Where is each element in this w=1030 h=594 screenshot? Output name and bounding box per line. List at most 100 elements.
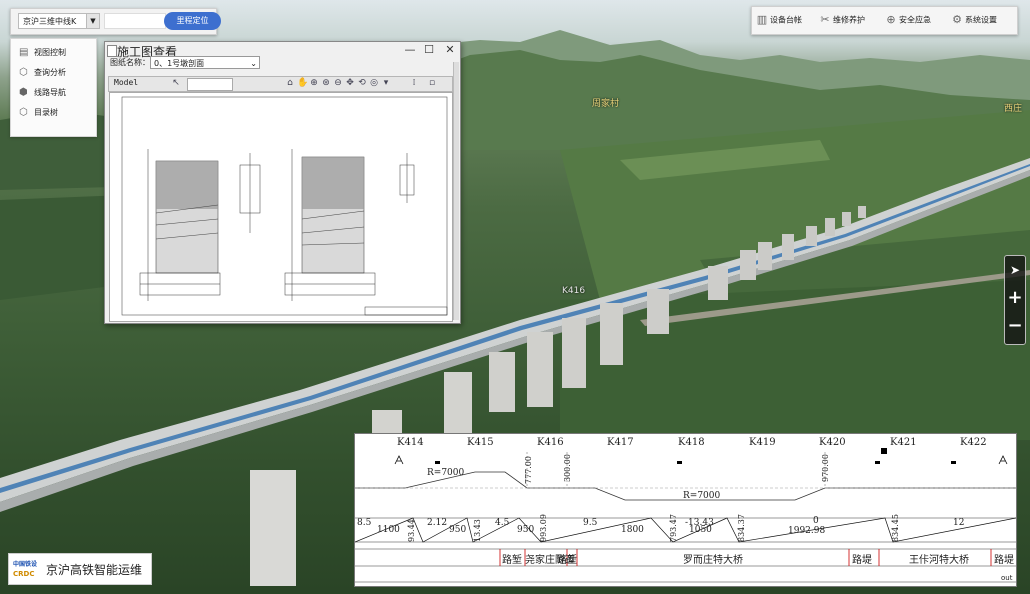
grade-value: 8.5 <box>357 518 372 528</box>
km-label: K418 <box>678 437 705 448</box>
km-label: K422 <box>960 437 987 448</box>
maximize-button[interactable]: ☐ <box>422 42 436 58</box>
locate-button[interactable]: 里程定位 <box>164 12 221 30</box>
menu-item-label: 线路导航 <box>34 88 66 97</box>
model-tab[interactable]: Model <box>114 78 138 87</box>
zoom-out-button[interactable]: − <box>1005 314 1025 338</box>
pan-icon[interactable]: ✋ <box>297 78 308 89</box>
logo-org-en: CRDC <box>13 570 35 578</box>
document-icon <box>107 45 117 57</box>
toolbar-label: 系统设置 <box>965 15 997 25</box>
toolbar-safety-emergency[interactable]: ⊕ 安全应急 <box>885 13 931 27</box>
km-label: K420 <box>819 437 846 448</box>
layers-icon: ▤ <box>19 47 29 58</box>
move-icon[interactable]: ✥ <box>345 78 355 89</box>
shield-icon: ⊕ <box>886 13 896 26</box>
layer-select[interactable] <box>187 78 233 91</box>
breakpoint-label: 834.45 <box>891 514 900 542</box>
grade-length: 950 <box>449 525 467 535</box>
mileage-search-bar: 京沪三维中线K ▼ 里程定位 <box>10 8 221 35</box>
breakpoint-label: 793.47 <box>669 514 678 542</box>
line-select-value: 京沪三维中线K <box>23 17 77 26</box>
map-controls: ➤ + − <box>1004 255 1026 345</box>
sheet-name-label: 图纸名称： <box>110 58 150 67</box>
km-label: K421 <box>890 437 917 448</box>
breakpoint-label: 834.37 <box>737 514 746 542</box>
compass-icon[interactable]: ➤ <box>1005 258 1025 282</box>
grade-length: 950 <box>517 525 535 535</box>
ledger-icon: ▥ <box>756 13 768 26</box>
drawing-viewer-window: 施工图查看 — ☐ ✕ 图纸名称： 0、1号墩剖面 ⌄ Model ↖ ⌂ ✋ … <box>104 41 461 324</box>
structure-label: 王佧河特大桥 <box>909 555 969 566</box>
vertical-scrollbar[interactable] <box>453 62 459 320</box>
sheet-select[interactable]: 0、1号墩剖面 ⌄ <box>150 56 260 69</box>
structure-label: 罗而庄特大桥 <box>683 555 743 566</box>
line-select[interactable]: 京沪三维中线K ▼ <box>18 13 100 29</box>
structure-label: 路堑 <box>502 555 522 566</box>
longitudinal-profile-panel[interactable]: K414 K415 K416 K417 K418 K419 K420 K421 … <box>354 433 1017 587</box>
route-icon: ⬢ <box>19 87 28 98</box>
toolbar-maintenance[interactable]: ✂ 维修养护 <box>819 13 865 27</box>
zoom-in-icon[interactable]: ⊕ <box>309 78 319 89</box>
drawing-canvas[interactable] <box>109 92 453 322</box>
km-label: K415 <box>467 437 494 448</box>
info-icon[interactable]: ▫ <box>427 78 437 89</box>
more-icon[interactable]: ▾ <box>381 78 391 89</box>
menu-item-label: 视图控制 <box>34 48 66 57</box>
place-label: 周家村 <box>592 99 620 109</box>
km-label: K414 <box>397 437 424 448</box>
km-label: K419 <box>749 437 776 448</box>
toolbar-equipment-ledger[interactable]: ▥ 设备台帐 <box>756 13 802 27</box>
km-label: K417 <box>607 437 634 448</box>
zoom-in-button[interactable]: + <box>1005 286 1025 310</box>
breakpoint-label: 93.44 <box>407 519 416 542</box>
toolbar-label: 安全应急 <box>899 15 931 25</box>
orbit-icon[interactable]: ◎ <box>369 78 379 89</box>
km-label: K416 <box>537 437 564 448</box>
settings-icon[interactable]: ⁞ <box>409 78 419 89</box>
home-icon[interactable]: ⌂ <box>285 78 295 89</box>
tree-icon: ⬡ <box>19 107 28 118</box>
left-menu: ▤ 视图控制 ⬡ 查询分析 ⬢ 线路导航 ⬡ 目录树 <box>10 38 97 137</box>
grade-length: 1800 <box>621 525 644 535</box>
structure-label: 路堤 <box>852 555 872 566</box>
zoom-out-icon[interactable]: ⊖ <box>333 78 343 89</box>
chevron-down-icon: ⌄ <box>250 59 257 68</box>
minimize-button[interactable]: — <box>403 42 417 58</box>
grade-length: 1100 <box>377 525 400 535</box>
wrench-icon: ✂ <box>820 13 830 26</box>
grade-value: 4.5 <box>495 518 510 528</box>
elevation-label: 970.00 <box>821 454 830 482</box>
elevation-label: 300.00 <box>563 454 572 482</box>
zoom-window-icon[interactable]: ⊛ <box>321 78 331 89</box>
curve-radius: R=7000 <box>683 491 721 501</box>
structure-label: 路堤 <box>994 555 1014 566</box>
close-button[interactable]: ✕ <box>443 42 457 58</box>
toolbar-system-settings[interactable]: ⚙ 系统设置 <box>951 13 997 27</box>
rotate-icon[interactable]: ⟲ <box>357 78 367 89</box>
breakpoint-label: 993.09 <box>539 514 548 542</box>
chevron-down-icon[interactable]: ▼ <box>86 14 99 28</box>
grade-value: 9.5 <box>583 518 598 528</box>
select-icon[interactable]: ↖ <box>171 78 181 89</box>
sheet-select-value: 0、1号墩剖面 <box>154 59 205 68</box>
grade-value: 0 <box>813 516 819 526</box>
grade-length: 1992.98 <box>788 526 826 536</box>
logo-org-cn: 中国铁设 <box>13 561 38 568</box>
toolbar-label: 维修养护 <box>833 15 865 25</box>
system-name: 京沪高铁智能运维 <box>46 563 143 577</box>
place-label: 西庄 <box>1004 104 1023 114</box>
out-label: out <box>1001 574 1013 582</box>
cad-toolbar: Model ↖ ⌂ ✋ ⊕ ⊛ ⊖ ✥ ⟲ ◎ ▾ ⁞ ▫ <box>108 76 453 92</box>
company-logo: 中国铁设 CRDC 京沪高铁智能运维 <box>8 553 152 585</box>
menu-item-label: 查询分析 <box>34 68 66 77</box>
query-icon: ⬡ <box>19 67 28 78</box>
cad-drawing <box>121 96 448 316</box>
grade-value: 2.12 <box>427 518 448 528</box>
toolbar-label: 设备台帐 <box>770 15 802 25</box>
elevation-label: 777.00 <box>524 456 533 484</box>
gear-icon: ⚙ <box>952 13 962 26</box>
grade-length: 1050 <box>689 525 712 535</box>
mileage-input[interactable] <box>104 13 166 29</box>
menu-item-label: 目录树 <box>34 108 58 117</box>
